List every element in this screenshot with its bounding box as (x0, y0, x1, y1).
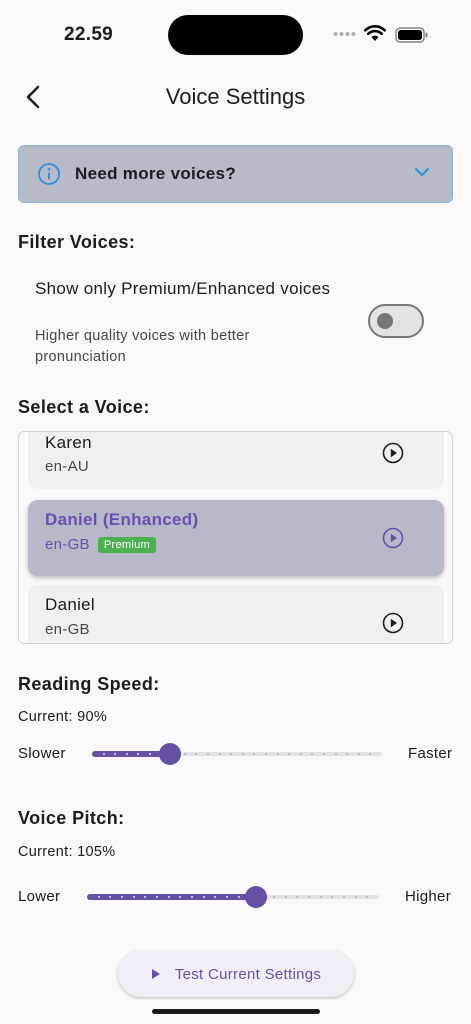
slider-tick (203, 896, 205, 898)
voice-item[interactable]: Daniel en-GB (28, 585, 444, 643)
reading-speed-current: Current: 90% (18, 709, 108, 725)
voice-name: Daniel (Enhanced) (45, 510, 199, 529)
play-circle-icon[interactable] (382, 612, 404, 634)
slider-tick (156, 896, 158, 898)
signal-icon (333, 32, 356, 36)
slider-tick (346, 753, 348, 755)
slider-track-active (87, 894, 256, 900)
slider-tick (343, 896, 345, 898)
slider-tick (207, 753, 209, 755)
select-voice-title: Select a Voice: (18, 397, 150, 417)
reading-speed-title: Reading Speed: (18, 674, 160, 694)
test-settings-button[interactable]: Test Current Settings (118, 951, 354, 997)
slider-tick (273, 896, 275, 898)
slider-tick (98, 896, 100, 898)
slider-tick (285, 896, 287, 898)
info-banner-text: Need more voices? (75, 164, 236, 183)
premium-badge: Premium (97, 537, 156, 553)
dynamic-island (168, 15, 303, 55)
slider-tick (265, 753, 267, 755)
toggle-knob (377, 313, 393, 329)
wifi-icon (364, 25, 386, 41)
slider-tick (331, 896, 333, 898)
slider-tick (179, 896, 181, 898)
faster-label: Faster (408, 745, 453, 762)
slider-tick (320, 896, 322, 898)
slider-tick (242, 753, 244, 755)
voice-locale: en-GB (45, 621, 90, 638)
test-settings-label: Test Current Settings (174, 965, 322, 983)
slider-tick (109, 896, 111, 898)
battery-icon (395, 27, 428, 43)
slider-tick (133, 896, 135, 898)
info-icon (38, 163, 60, 185)
voice-list[interactable]: Karen en-AU Daniel (Enhanced) en-GB Premi… (18, 431, 453, 644)
voice-pitch-title: Voice Pitch: (18, 808, 125, 828)
slider-tick (195, 753, 197, 755)
slider-tick (323, 753, 325, 755)
slider-tick (253, 753, 255, 755)
slider-tick (355, 896, 357, 898)
slower-label: Slower (18, 745, 66, 762)
voice-locale-row: en-GB Premium (45, 536, 156, 553)
higher-label: Higher (405, 888, 451, 905)
slider-tick (296, 896, 298, 898)
slider-tick (168, 896, 170, 898)
slider-tick (226, 896, 228, 898)
slider-tick (238, 896, 240, 898)
premium-filter-label: Show only Premium/Enhanced voices (35, 279, 331, 298)
play-icon (151, 969, 160, 979)
slider-tick (126, 753, 128, 755)
voice-pitch-current: Current: 105% (18, 844, 116, 860)
voice-locale: en-GB (45, 536, 90, 553)
home-indicator (152, 1009, 320, 1014)
slider-track (170, 752, 382, 756)
need-more-voices-expander[interactable]: Need more voices? (18, 145, 453, 203)
slider-tick (335, 753, 337, 755)
voice-item-selected[interactable]: Daniel (Enhanced) en-GB Premium (28, 500, 444, 576)
slider-thumb[interactable] (245, 886, 267, 908)
premium-filter-description: Higher quality voices with better pronun… (35, 328, 250, 365)
slider-tick (366, 896, 368, 898)
slider-tick (288, 753, 290, 755)
slider-tick (121, 896, 123, 898)
slider-tick (277, 753, 279, 755)
voice-name: Karen (45, 433, 92, 452)
filter-voices-title: Filter Voices: (18, 232, 136, 252)
slider-tick (144, 896, 146, 898)
slider-tick (103, 753, 105, 755)
slider-tick (311, 753, 313, 755)
slider-tick (137, 753, 139, 755)
voice-item[interactable]: Karen en-AU (28, 432, 444, 489)
slider-tick (219, 753, 221, 755)
premium-filter-toggle[interactable] (368, 304, 424, 338)
slider-tick (358, 753, 360, 755)
slider-tick (308, 896, 310, 898)
play-circle-icon[interactable] (382, 527, 404, 549)
chevron-down-icon (415, 168, 429, 176)
reading-speed-slider[interactable] (92, 742, 382, 766)
slider-tick (184, 753, 186, 755)
status-time: 22.59 (64, 24, 114, 45)
slider-thumb[interactable] (159, 743, 181, 765)
page-title: Voice Settings (165, 84, 306, 109)
status-bar: 22.59 (0, 0, 471, 70)
app-bar: Voice Settings (0, 70, 471, 126)
slider-tick (369, 753, 371, 755)
lower-label: Lower (18, 888, 61, 905)
slider-tick (300, 753, 302, 755)
slider-tick (191, 896, 193, 898)
play-circle-icon[interactable] (382, 442, 404, 464)
voice-pitch-slider[interactable] (87, 885, 379, 909)
voice-name: Daniel (45, 595, 95, 614)
slider-tick (230, 753, 232, 755)
slider-tick (114, 753, 116, 755)
slider-tick (149, 753, 151, 755)
slider-tick (214, 896, 216, 898)
voice-locale: en-AU (45, 458, 90, 475)
